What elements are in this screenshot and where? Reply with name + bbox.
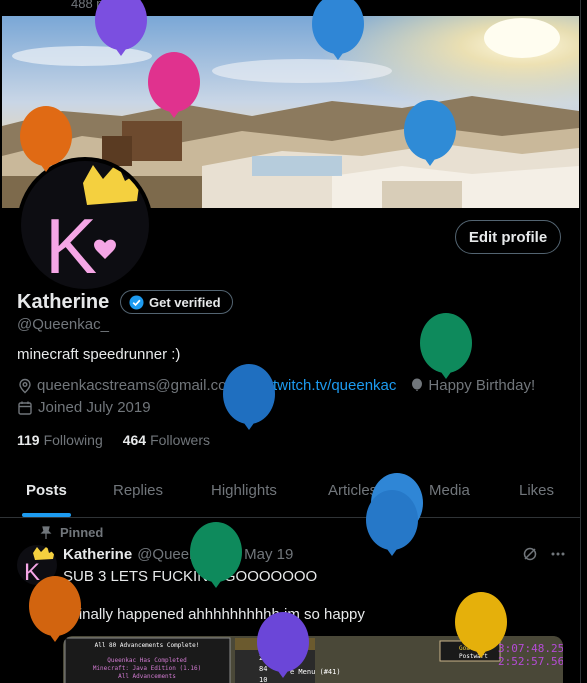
- followers-count: 464: [122, 432, 147, 448]
- balloon-icon: [412, 378, 423, 391]
- achievement-text-3: All Advancements: [118, 673, 176, 680]
- tab-likes[interactable]: Likes: [519, 470, 554, 517]
- tab-highlights-label: Highlights: [211, 482, 277, 499]
- post-actions: [522, 546, 566, 562]
- tab-highlights[interactable]: Highlights: [211, 470, 277, 517]
- tab-posts[interactable]: Posts: [22, 470, 71, 517]
- followers-link[interactable]: 464 Followers: [123, 432, 210, 448]
- tab-likes-label: Likes: [519, 482, 555, 499]
- post-media-image[interactable]: All 80 Advancements Complete! Queenkac H…: [63, 636, 563, 683]
- profile-bio: minecraft speedrunner :): [17, 346, 181, 363]
- followers-label: Followers: [150, 432, 210, 448]
- goal-sub: Postwart: [459, 653, 488, 660]
- top-header: 488 posts: [0, 0, 580, 16]
- pin-icon: [40, 525, 52, 539]
- following-link[interactable]: 119 Following: [17, 432, 103, 448]
- following-label: Following: [43, 432, 103, 448]
- tab-articles[interactable]: Articles: [328, 470, 377, 517]
- profile-meta: queenkacstreams@gmail.com twitch.tv/quee…: [17, 377, 549, 394]
- stat-1: 287: [259, 654, 272, 662]
- edit-profile-button[interactable]: Edit profile: [455, 220, 561, 254]
- profile-name: Katherine: [17, 291, 110, 313]
- tab-articles-label: Articles: [328, 482, 378, 499]
- more-options-icon[interactable]: [550, 546, 566, 562]
- following-count: 119: [17, 432, 40, 448]
- post-avatar-letter: K: [24, 559, 40, 585]
- avatar-letter: K: [45, 202, 97, 289]
- stat-2: 84: [259, 665, 267, 673]
- tab-media[interactable]: Media: [429, 470, 470, 517]
- tab-replies-label: Replies: [113, 482, 164, 499]
- location-icon: [19, 378, 31, 393]
- pinned-label: Pinned: [60, 525, 104, 540]
- crown-icon: [33, 546, 55, 560]
- grok-icon[interactable]: [522, 546, 538, 562]
- post-text-line-2: it finally happened ahhhhhhhhhh im so ha…: [63, 606, 365, 623]
- link-item[interactable]: twitch.tv/queenkac: [253, 377, 396, 394]
- profile-page: 488 posts K Edit profile Katherine Get v…: [0, 0, 581, 683]
- post-count: 488 posts: [71, 0, 128, 11]
- email-item: queenkacstreams@gmail.com: [17, 377, 239, 394]
- post-dot: ·: [234, 546, 240, 563]
- joined-label: Joined July 2019: [38, 399, 151, 416]
- post-header: Katherine @Queenkac_ · May 19: [63, 546, 293, 563]
- calendar-icon: [18, 401, 32, 415]
- get-verified-label: Get verified: [149, 294, 221, 310]
- post-author[interactable]: Katherine: [63, 546, 132, 563]
- achievement-text-2: Minecraft: Java Edition (1.16): [93, 665, 201, 672]
- tab-replies[interactable]: Replies: [113, 470, 163, 517]
- get-verified-button[interactable]: Get verified: [120, 290, 233, 314]
- link-icon: [255, 380, 267, 391]
- heart-icon: [94, 239, 116, 259]
- birthday-item: Happy Birthday!: [410, 377, 535, 394]
- goal-text: Goal Rea: [459, 645, 488, 652]
- tab-media-label: Media: [429, 482, 470, 499]
- profile-link[interactable]: twitch.tv/queenkac: [273, 377, 396, 394]
- joined-date: Joined July 2019: [17, 399, 151, 416]
- follow-stats: 119 Following 464 Followers: [17, 432, 210, 448]
- pinned-indicator: Pinned: [40, 525, 103, 540]
- timer-2: 2:52:57.561: [498, 655, 563, 668]
- post-date[interactable]: May 19: [244, 546, 293, 563]
- stat-3: 10: [259, 676, 267, 683]
- profile-birthday: Happy Birthday!: [428, 377, 536, 394]
- post-avatar[interactable]: K: [17, 545, 57, 585]
- timer-1: 3:07:48.259: [498, 642, 563, 655]
- post-text-line-1: SUB 3 LETS FUCKING GOOOOOOO: [63, 568, 318, 585]
- profile-avatar[interactable]: K: [17, 157, 153, 293]
- menu-text: e Menu (#41): [290, 668, 341, 676]
- active-tab-indicator: [22, 513, 71, 517]
- tab-posts-label: Posts: [26, 482, 67, 499]
- profile-handle: @Queenkac_: [17, 316, 109, 333]
- avatar-image: K: [21, 161, 149, 289]
- achievement-title: All 80 Advancements Complete!: [95, 642, 200, 649]
- verified-badge-icon: [129, 294, 144, 310]
- achievement-text-1: Queenkac Has Completed: [107, 657, 187, 664]
- profile-email: queenkacstreams@gmail.com: [37, 377, 239, 394]
- profile-tabs: Posts Replies Highlights Articles Media …: [0, 470, 580, 518]
- post-handle[interactable]: @Queenkac_: [137, 546, 229, 563]
